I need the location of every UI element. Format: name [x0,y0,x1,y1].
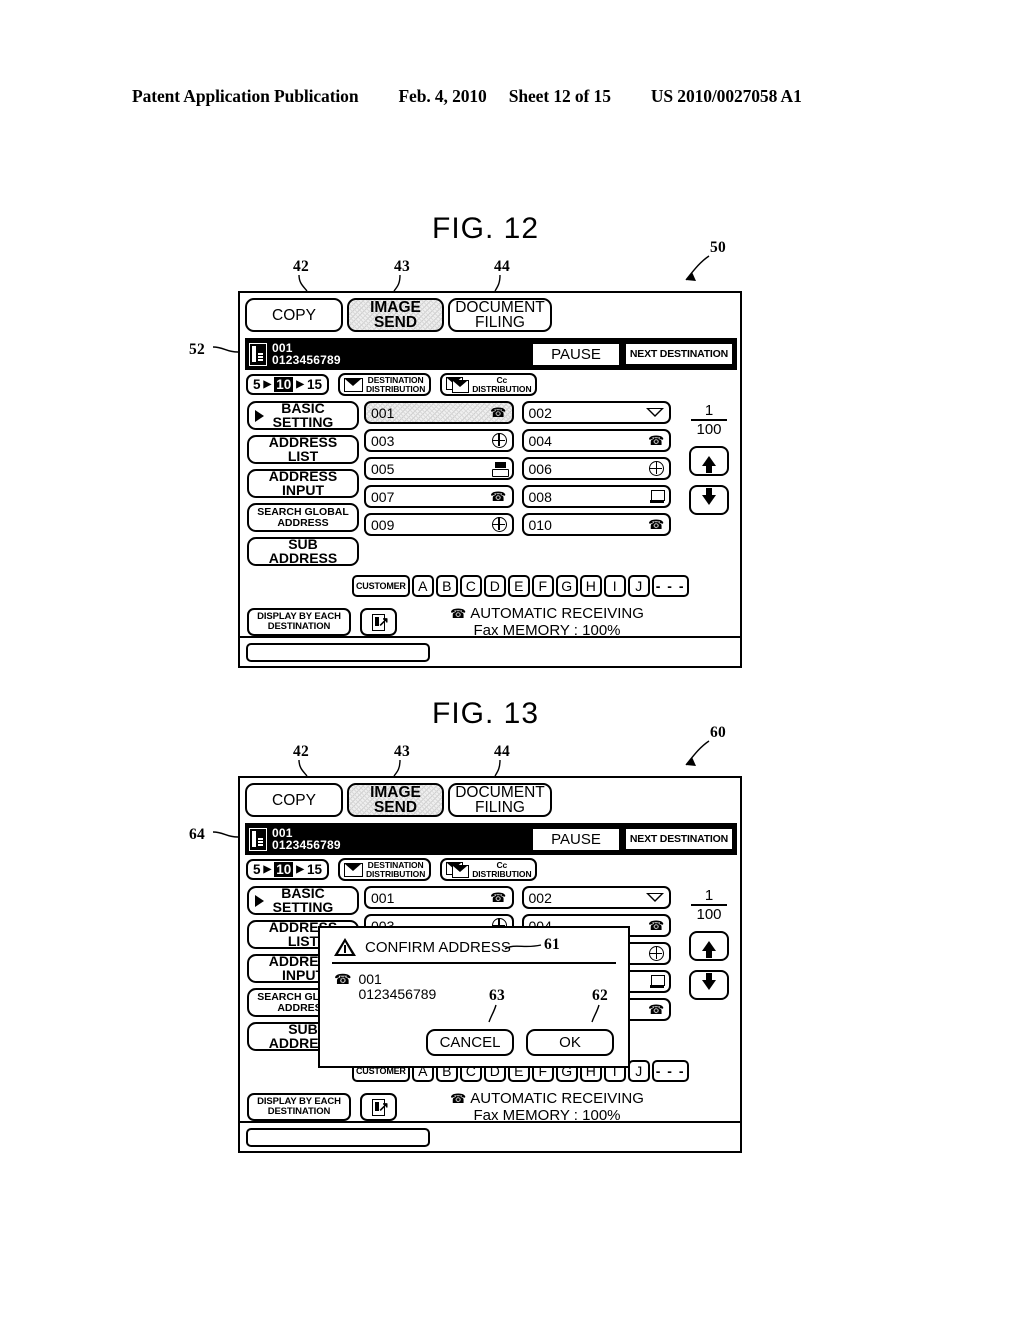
leader-lines-fig13 [212,740,710,1023]
